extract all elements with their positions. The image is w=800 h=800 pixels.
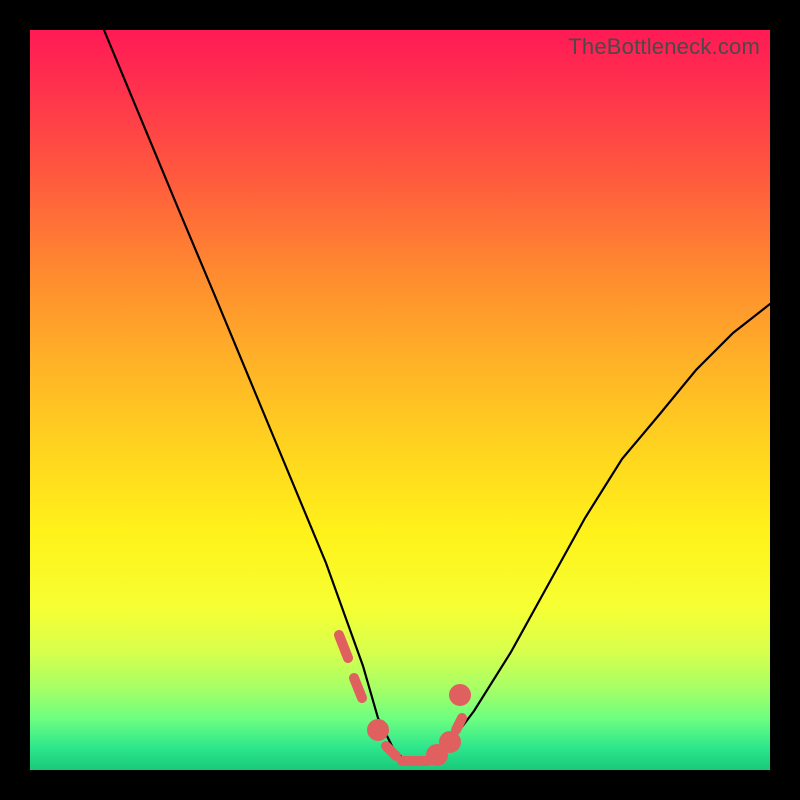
chart-frame: TheBottleneck.com (0, 0, 800, 800)
plot-area: TheBottleneck.com (30, 30, 770, 770)
bottleneck-curve (30, 30, 770, 770)
curve-path (104, 30, 770, 763)
